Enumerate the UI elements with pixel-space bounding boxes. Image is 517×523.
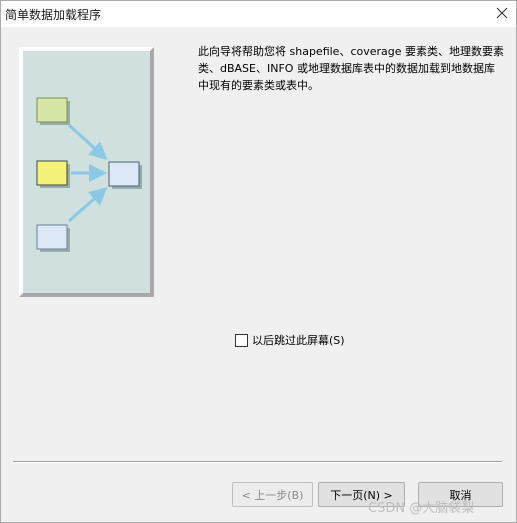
footer-separator <box>13 461 502 463</box>
back-button[interactable]: < 上一步(B) <box>232 482 313 507</box>
source-box-yellow <box>36 160 68 186</box>
wizard-description: 此向导将帮助您将 shapefile、coverage 要素类、地理数要素类、d… <box>198 45 505 92</box>
arrow-bottom <box>68 187 108 223</box>
source-box-blue <box>36 224 68 250</box>
title-bar: 简单数据加载程序 <box>1 1 516 27</box>
window-title: 简单数据加载程序 <box>5 8 102 22</box>
arrow-top <box>67 123 108 161</box>
skip-screen-label[interactable]: 以后跳过此屏幕(S) <box>252 332 345 348</box>
source-box-green <box>36 97 68 123</box>
wizard-illustration <box>19 47 154 297</box>
close-button[interactable] <box>492 3 512 23</box>
illustration-panel <box>19 47 154 297</box>
dialog-window: 简单数据加载程序 此向导将帮助您将 shapefile、coverage 要素类… <box>0 0 517 523</box>
close-icon <box>496 7 508 19</box>
watermark: CSDN @大脑袋梨 <box>368 501 475 516</box>
target-box <box>108 161 140 187</box>
data-loading-diagram <box>36 97 142 252</box>
skip-screen-checkbox[interactable] <box>235 333 248 347</box>
skip-screen-option[interactable]: 以后跳过此屏幕(S) <box>235 332 345 348</box>
